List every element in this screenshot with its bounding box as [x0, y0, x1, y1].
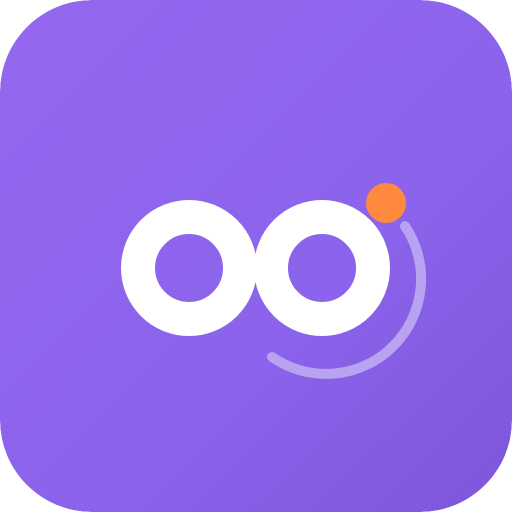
- orange-dot-icon: [366, 183, 406, 223]
- app-icon-graphic: [0, 0, 512, 512]
- app-icon[interactable]: [0, 0, 512, 512]
